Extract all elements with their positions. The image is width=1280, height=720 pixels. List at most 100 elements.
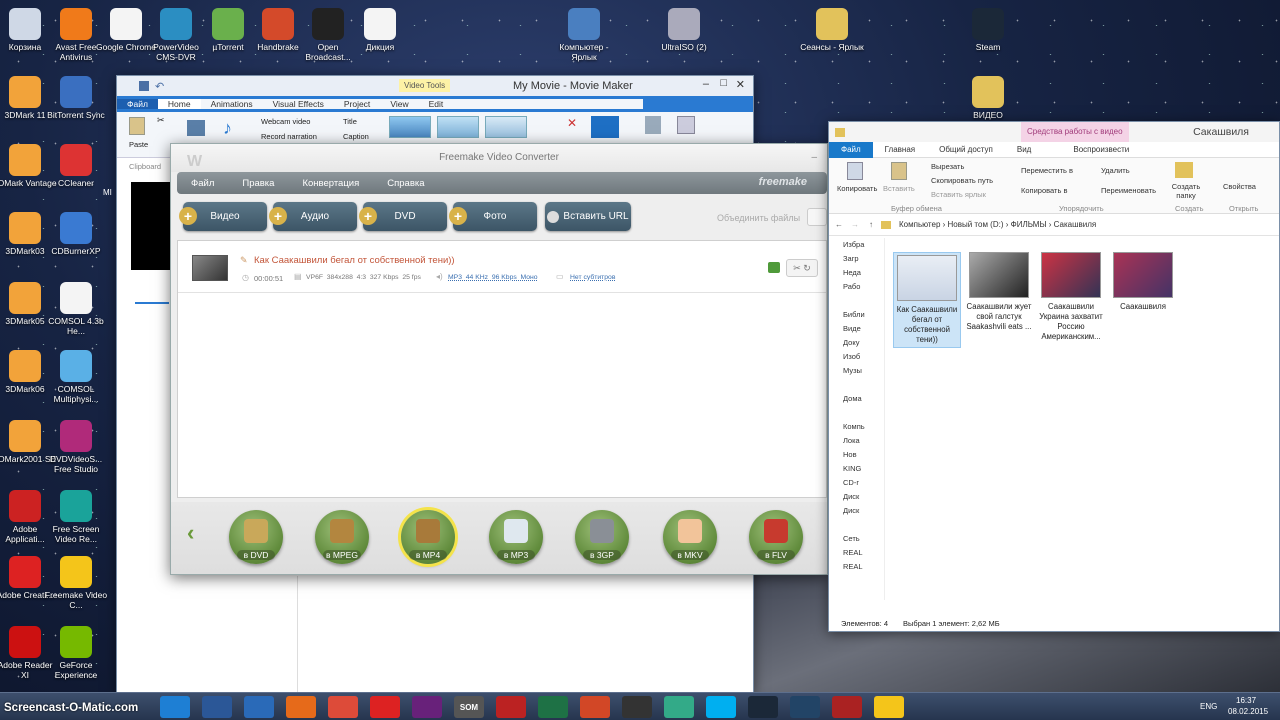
convert-mp4-button[interactable]: в MP4 [399,510,457,564]
edit-tools-icon[interactable]: ✂ ↻ [786,259,818,277]
copy-icon[interactable] [847,162,863,180]
excel-icon[interactable] [538,696,568,718]
tree-item[interactable]: Музы [829,364,884,378]
tree-item[interactable]: Избра [829,238,884,252]
select-icon[interactable] [677,116,695,134]
tab-play[interactable]: Воспроизвести [1043,145,1141,154]
save-icon[interactable] [139,81,149,91]
menu-convert[interactable]: Конвертация [288,178,373,189]
copy-to-button[interactable]: Копировать в [1021,186,1067,195]
freemake-icon[interactable] [874,696,904,718]
steam-icon[interactable] [748,696,778,718]
desktop-shortcut[interactable]: BitTorrent Sync [44,76,108,138]
file-name[interactable]: Как Саакашвили бегал от собственной тени… [254,255,455,266]
table-row[interactable]: ✎ Как Саакашвили бегал от собственной те… [178,241,826,293]
microphone-icon[interactable] [622,696,652,718]
network-icon[interactable] [664,696,694,718]
new-folder-icon[interactable] [1175,162,1193,178]
paste-button[interactable]: Вставить [883,184,915,193]
desktop-shortcut[interactable]: GeForce Experience [44,626,108,688]
tree-item[interactable]: Библи [829,308,884,322]
desktop-shortcut[interactable]: UltraISO (2) [652,8,716,70]
film-icon[interactable] [187,120,205,136]
desktop-shortcut[interactable]: CCleaner [44,144,108,206]
visual-studio-icon[interactable] [412,696,442,718]
desktop-shortcut[interactable]: Компьютер - Ярлык [552,8,616,70]
tree-item[interactable]: Диск [829,504,884,518]
tab-view[interactable]: Вид [1005,145,1043,154]
properties-button[interactable]: Свойства [1223,182,1256,191]
convert-dvd-button[interactable]: в DVD [227,510,285,564]
close-button[interactable]: ✕ [736,78,745,91]
tab-project[interactable]: Project [333,99,381,109]
file-item[interactable]: Саакашвиля [1109,252,1177,312]
play-icon[interactable] [768,262,780,273]
tab-animations[interactable]: Animations [200,99,263,109]
tree-item[interactable]: Сеть [829,532,884,546]
tree-item[interactable]: Загр [829,252,884,266]
explorer-titlebar[interactable]: Средства работы с видео Сакашвиля [829,122,1279,142]
office-icon[interactable] [580,696,610,718]
address-bar[interactable]: ← → ↑ Компьютер › Новый том (D:) › ФИЛЬМ… [829,214,1279,236]
paste-shortcut-button[interactable]: Вставить ярлык [931,190,986,199]
yandex-icon[interactable] [370,696,400,718]
freemake-window[interactable]: W Freemake Video Converter – Файл Правка… [170,143,828,575]
convert-mp3-button[interactable]: в MP3 [487,510,545,564]
file-item[interactable]: Как Саакашвили бегал от собственной тени… [893,252,961,348]
freemake-titlebar[interactable]: W Freemake Video Converter – [171,144,827,172]
convert-flv-button[interactable]: в FLV [747,510,805,564]
globe-icon[interactable] [244,696,274,718]
menu-file[interactable]: Файл [177,178,228,189]
scroll-left-icon[interactable]: ‹ [187,520,194,546]
tree-item[interactable]: Недa [829,266,884,280]
undo-icon[interactable]: ↶ [155,80,164,93]
paste-icon[interactable] [891,162,907,180]
delete-button[interactable]: Удалить [1101,166,1130,175]
tab-share[interactable]: Общий доступ [927,145,1005,154]
audio-info[interactable]: MP3 44 KHz 96 Kbps Моно [448,274,538,281]
title-button[interactable]: Title [343,117,357,126]
file-item[interactable]: Саакашвили Украина захватит Россию Амери… [1037,252,1105,342]
clock-time[interactable]: 16:37 [1236,696,1256,705]
theme-thumb-3[interactable] [485,116,527,138]
tab-home[interactable]: Home [157,99,201,109]
minimize-button[interactable]: – [703,78,709,90]
paste-url-button[interactable]: Вставить URL [545,202,631,231]
chrome-icon[interactable] [328,696,358,718]
breadcrumb-drive[interactable]: Новый том (D:) [948,220,1004,229]
game-icon[interactable] [832,696,862,718]
clock-date[interactable]: 08.02.2015 [1228,707,1268,716]
maximize-button[interactable]: □ [720,77,727,89]
copy-button[interactable]: Копировать [837,184,877,193]
desktop-shortcut[interactable]: Freemake Video C... [44,556,108,618]
tab-view[interactable]: View [380,99,419,109]
desktop-shortcut[interactable]: COMSOL Multiphysi... [44,350,108,412]
tab-file[interactable]: Файл [117,99,158,109]
tree-item[interactable]: KING [829,462,884,476]
desktop-shortcut[interactable]: Сеансы - Ярлык [800,8,864,70]
rename-button[interactable]: Переименовать [1101,186,1156,195]
copy-path-button[interactable]: Скопировать путь [931,176,993,185]
record-narration-button[interactable]: Record narration [261,132,317,141]
convert-mkv-button[interactable]: в MKV [661,510,719,564]
breadcrumb-films[interactable]: ФИЛЬМЫ [1011,220,1047,229]
som-icon[interactable]: SOM [454,696,484,718]
join-files-toggle[interactable] [807,208,827,226]
word-icon[interactable] [202,696,232,718]
tree-item[interactable]: Нов [829,448,884,462]
moviemaker-titlebar[interactable]: ↶ Video Tools My Movie - Movie Maker – □… [117,76,753,96]
desktop-shortcut[interactable]: DVDVideoS... Free Studio [44,420,108,482]
explorer-window[interactable]: Средства работы с видео Сакашвиля Файл Г… [828,121,1280,632]
context-tab-video-tools[interactable]: Средства работы с видео [1021,122,1129,142]
tab-file[interactable]: Файл [829,141,873,158]
snapshot-icon[interactable] [645,116,661,134]
theme-thumb-2[interactable] [437,116,479,138]
add-audio-button[interactable]: + Аудио [269,202,357,231]
convert-mpeg-button[interactable]: в MPEG [313,510,371,564]
skype-icon[interactable] [706,696,736,718]
filezilla-icon[interactable] [496,696,526,718]
windows-icon[interactable] [160,696,190,718]
back-icon[interactable]: ← [835,220,843,229]
tree-item[interactable]: Изоб [829,350,884,364]
desktop-shortcut[interactable]: Steam [956,8,1020,70]
